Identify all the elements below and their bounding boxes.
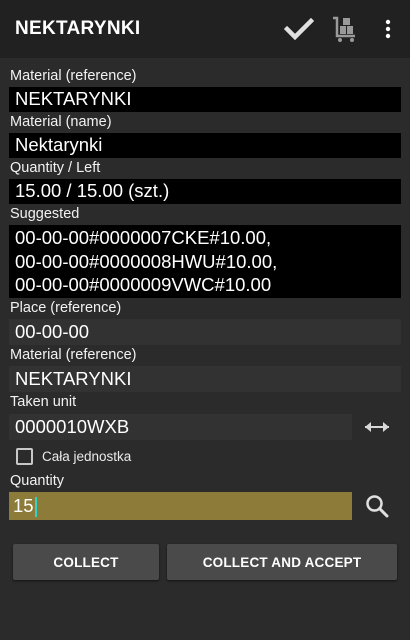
text-cursor <box>34 497 37 518</box>
suggested-line: 00-00-00#0000007CKE#10.00, <box>15 227 272 248</box>
material-reference-label: Material (reference) <box>10 68 137 84</box>
suggested-field: 00-00-00#0000007CKE#10.00, 00-00-00#0000… <box>9 225 401 298</box>
app-bar: NEKTARYNKI <box>0 0 410 58</box>
taken-unit-row: 0000010WXB <box>9 413 401 441</box>
taken-unit-field: 0000010WXB <box>9 414 352 440</box>
whole-unit-checkbox-row[interactable]: Cała jednostka <box>9 441 401 471</box>
check-icon[interactable] <box>284 0 314 58</box>
material-reference-2-field: NEKTARYNKI <box>9 366 401 392</box>
place-reference-field: 00-00-00 <box>9 319 401 345</box>
whole-unit-checkbox-label: Cała jednostka <box>42 448 132 464</box>
taken-unit-label: Taken unit <box>10 394 77 410</box>
whole-unit-checkbox[interactable] <box>16 447 33 465</box>
app-bar-actions <box>284 0 410 58</box>
action-buttons: COLLECT COLLECT AND ACCEPT <box>13 544 397 580</box>
suggested-line: 00-00-00#0000008HWU#10.00, <box>15 250 278 272</box>
collect-button[interactable]: COLLECT <box>13 544 159 580</box>
material-name-field: Nektarynki <box>9 133 401 158</box>
quantity-left-field: 15.00 / 15.00 (szt.) <box>9 179 401 204</box>
cart-icon[interactable] <box>330 0 360 58</box>
quantity-label: Quantity <box>10 473 64 489</box>
quantity-left-label: Quantity / Left <box>10 160 101 176</box>
quantity-input[interactable]: 15 <box>9 492 352 520</box>
quantity-row: 15 <box>9 492 401 520</box>
quantity-value: 15 <box>13 495 34 516</box>
material-name-label: Material (name) <box>10 114 112 130</box>
material-reference-field: NEKTARYNKI <box>9 87 401 112</box>
overflow-menu-icon[interactable] <box>378 0 398 58</box>
material-reference-2-label: Material (reference) <box>10 347 137 363</box>
swap-arrows-icon[interactable] <box>352 421 401 433</box>
page-title: NEKTARYNKI <box>15 18 141 39</box>
suggested-line: 00-00-00#0000009VWC#10.00 <box>15 274 272 295</box>
collect-and-accept-button[interactable]: COLLECT AND ACCEPT <box>167 544 397 580</box>
place-reference-label: Place (reference) <box>10 300 122 316</box>
suggested-label: Suggested <box>10 206 80 222</box>
form-content: Material (reference) NEKTARYNKI Material… <box>9 66 401 520</box>
search-icon[interactable] <box>352 494 401 518</box>
